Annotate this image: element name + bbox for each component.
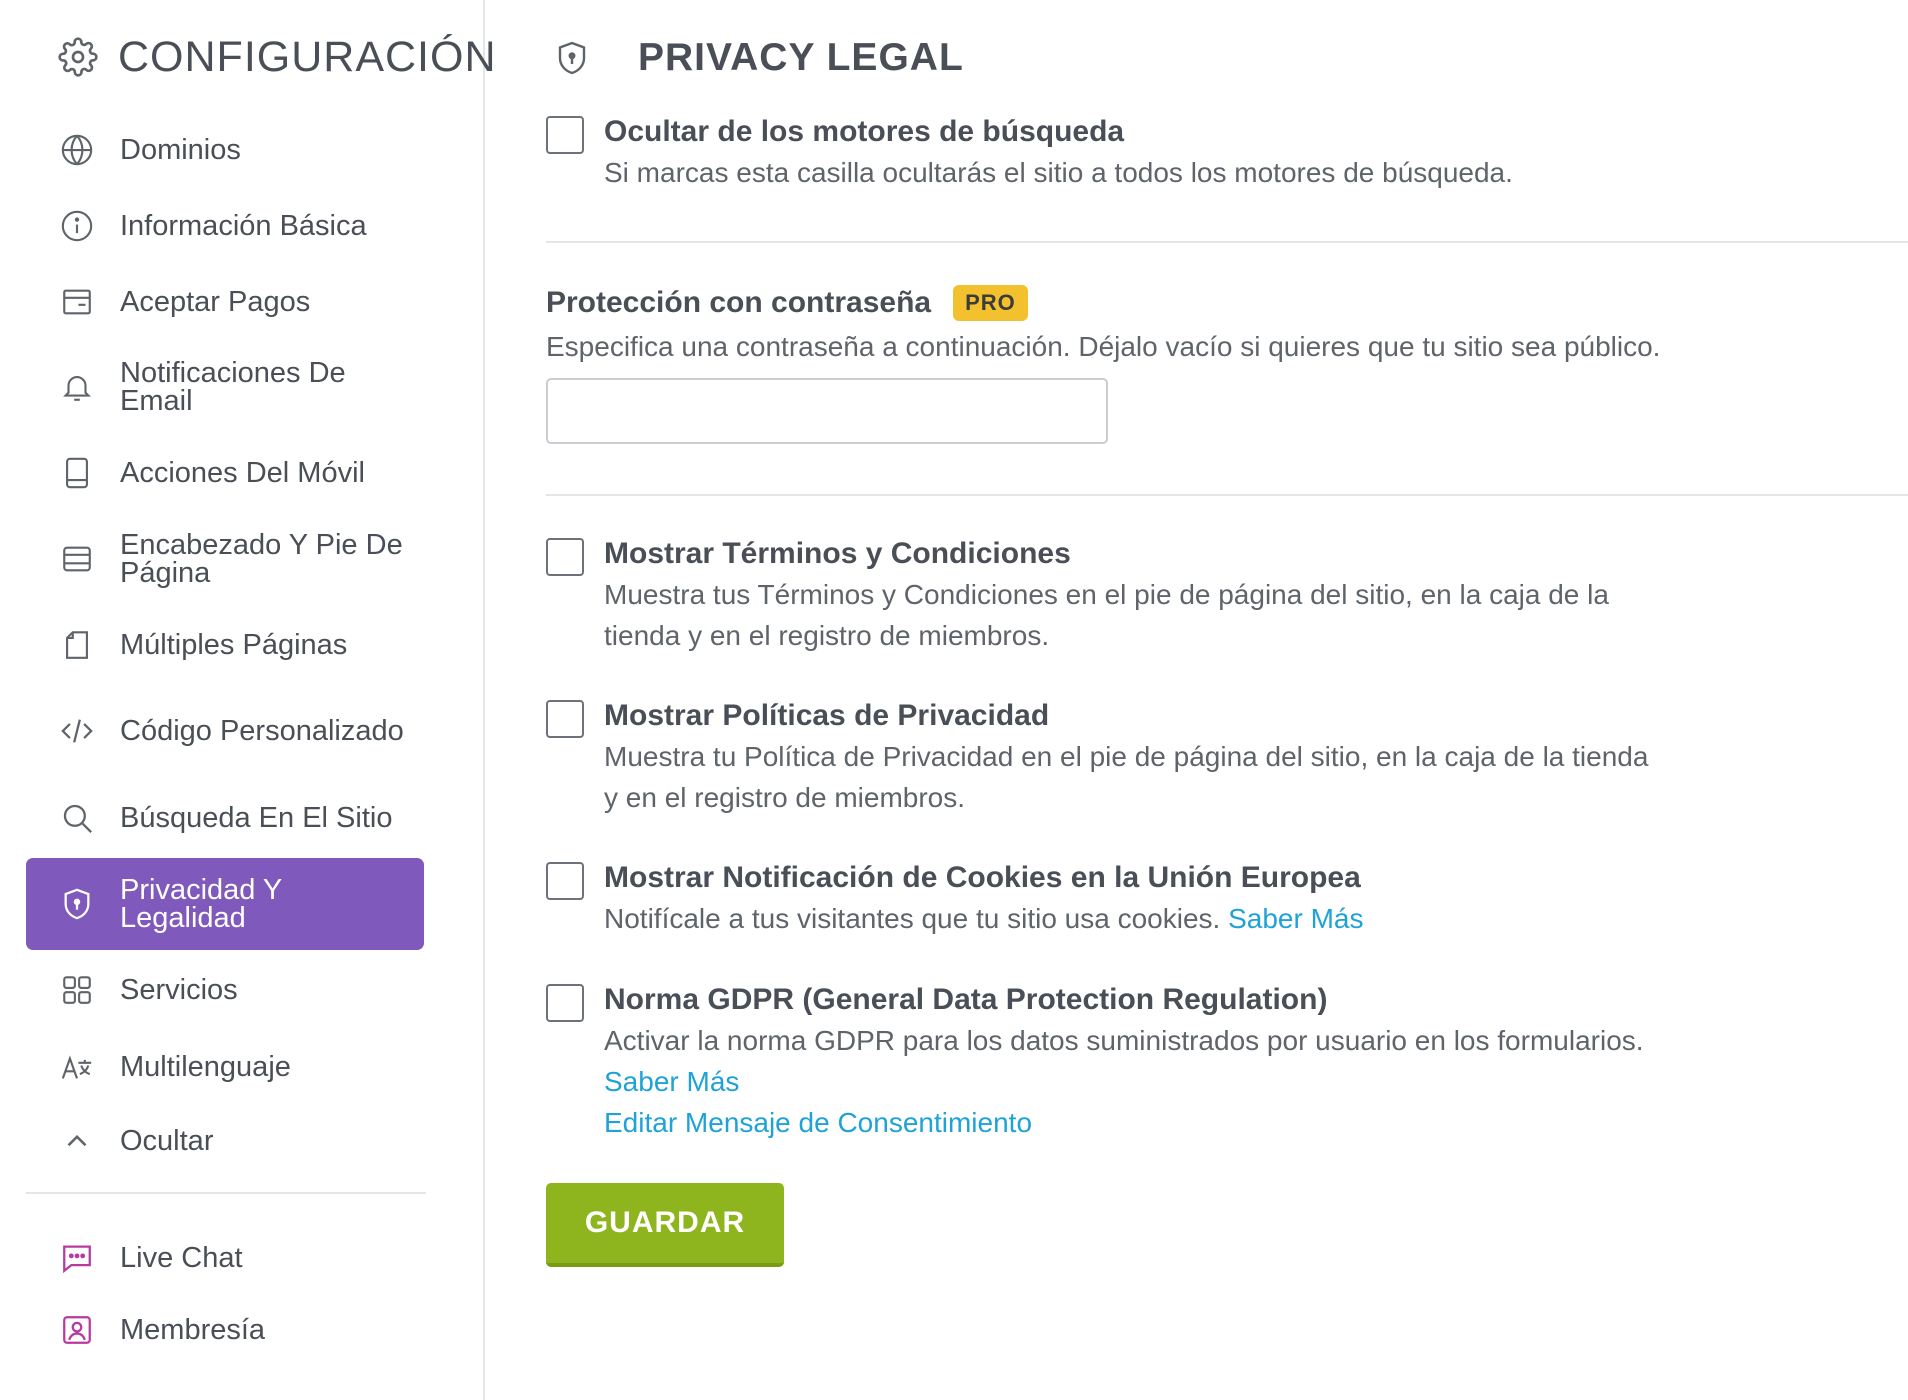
- sidebar-item-live-chat[interactable]: Live Chat: [26, 1222, 424, 1294]
- sidebar-item-label: Live Chat: [120, 1242, 243, 1274]
- sidebar-item-label: Búsqueda En El Sitio: [120, 802, 393, 834]
- settings-sidebar: CONFIGURACIÓN Dominios Información Básic…: [0, 0, 496, 1400]
- code-icon: [60, 714, 94, 748]
- sidebar-item-label: Ocultar: [120, 1125, 214, 1157]
- sidebar-item-label: Aceptar Pagos: [120, 286, 311, 318]
- sidebar-item-label: Notificaciones De Email: [120, 357, 346, 417]
- pro-badge: PRO: [953, 285, 1028, 321]
- option-title: Mostrar Notificación de Cookies en la Un…: [604, 861, 1361, 894]
- member-icon: [60, 1313, 94, 1347]
- mobile-icon: [60, 456, 94, 490]
- terms-checkbox[interactable]: [546, 538, 584, 576]
- edit-consent-message-link[interactable]: Editar Mensaje de Consentimiento: [604, 1107, 1032, 1138]
- option-description-text: Notifícale a tus visitantes que tu sitio…: [604, 903, 1221, 934]
- sidebar-item-label: Acciones Del Móvil: [120, 457, 365, 489]
- option-description: Notifícale a tus visitantes que tu sitio…: [604, 898, 1364, 939]
- sidebar-item-privacidad-legalidad[interactable]: Privacidad Y Legalidad: [26, 858, 424, 950]
- option-body: Mostrar Notificación de Cookies en la Un…: [604, 858, 1364, 939]
- sidebar-item-codigo-personalizado[interactable]: Código Personalizado: [26, 684, 424, 778]
- password-description: Especifica una contraseña a continuación…: [546, 331, 1661, 362]
- bell-icon: [60, 370, 94, 404]
- option-description-line: tienda y en el registro de miembros.: [604, 620, 1050, 651]
- option-body: Ocultar de los motores de búsqueda Si ma…: [604, 112, 1513, 193]
- gdpr-links: Saber Más Editar Mensaje de Consentimien…: [604, 1061, 1644, 1143]
- option-description: Muestra tu Política de Privacidad en el …: [604, 736, 1648, 818]
- sidebar-item-membresia[interactable]: Membresía: [26, 1294, 424, 1366]
- option-cookies: Mostrar Notificación de Cookies en la Un…: [546, 858, 1364, 939]
- option-description-line: y en el registro de miembros.: [604, 782, 966, 813]
- sidebar-item-notificaciones-email[interactable]: Notificaciones De Email: [26, 340, 424, 434]
- cookies-checkbox[interactable]: [546, 862, 584, 900]
- search-icon: [60, 801, 94, 835]
- option-privacy-policy: Mostrar Políticas de Privacidad Muestra …: [546, 696, 1648, 818]
- sidebar-item-busqueda-sitio[interactable]: Búsqueda En El Sitio: [26, 778, 424, 858]
- option-title: Norma GDPR (General Data Protection Regu…: [604, 983, 1328, 1016]
- password-input[interactable]: [546, 378, 1108, 444]
- option-title: Ocultar de los motores de búsqueda: [604, 115, 1125, 148]
- shield-icon: [554, 40, 590, 76]
- password-title: Protección con contraseña: [546, 286, 932, 319]
- sidebar-extra-nav: Live Chat Membresía: [26, 1222, 424, 1366]
- sidebar-divider: [26, 1192, 426, 1194]
- sidebar-item-label: Múltiples Páginas: [120, 629, 348, 661]
- sidebar-item-label: Membresía: [120, 1314, 266, 1346]
- privacy-legal-panel: PRIVACY LEGAL Ocultar de los motores de …: [546, 0, 1908, 1400]
- sidebar-item-label: Información Básica: [120, 210, 367, 242]
- section-divider: [546, 241, 1908, 243]
- gear-icon: [58, 37, 98, 77]
- hide-search-checkbox[interactable]: [546, 116, 584, 154]
- page-header: PRIVACY LEGAL: [546, 34, 964, 82]
- option-gdpr: Norma GDPR (General Data Protection Regu…: [546, 980, 1644, 1143]
- header-footer-icon: [60, 542, 94, 576]
- grid-icon: [60, 973, 94, 1007]
- sidebar-item-aceptar-pagos[interactable]: Aceptar Pagos: [26, 264, 424, 340]
- option-terms: Mostrar Términos y Condiciones Muestra t…: [546, 534, 1609, 656]
- option-body: Norma GDPR (General Data Protection Regu…: [604, 980, 1644, 1143]
- page-title: PRIVACY LEGAL: [638, 36, 964, 79]
- sidebar-item-servicios[interactable]: Servicios: [26, 950, 424, 1030]
- privacy-policy-checkbox[interactable]: [546, 700, 584, 738]
- chat-icon: [60, 1241, 94, 1275]
- option-hide-search: Ocultar de los motores de búsqueda Si ma…: [546, 112, 1513, 193]
- sidebar-item-label: Servicios: [120, 974, 238, 1006]
- sidebar-item-multilenguaje[interactable]: Multilenguaje: [26, 1030, 424, 1104]
- sidebar-title: CONFIGURACIÓN: [118, 32, 497, 81]
- cookies-learn-more-link[interactable]: Saber Más: [1228, 903, 1363, 934]
- option-description: Si marcas esta casilla ocultarás el siti…: [604, 157, 1513, 188]
- sidebar-item-acciones-movil[interactable]: Acciones Del Móvil: [26, 434, 424, 512]
- pages-icon: [60, 628, 94, 662]
- wallet-icon: [60, 285, 94, 319]
- sidebar-header: CONFIGURACIÓN: [58, 30, 497, 84]
- sidebar-item-label: Privacidad Y Legalidad: [120, 874, 282, 934]
- gdpr-learn-more-link[interactable]: Saber Más: [604, 1066, 739, 1097]
- sidebar-item-encabezado-pie[interactable]: Encabezado Y Pie De Página: [26, 512, 424, 606]
- option-description-line: Muestra tus Términos y Condiciones en el…: [604, 579, 1609, 610]
- sidebar-item-ocultar[interactable]: Ocultar: [26, 1104, 424, 1178]
- password-title-row: Protección con contraseña PRO: [546, 282, 1660, 324]
- shield-icon: [60, 887, 94, 921]
- option-body: Mostrar Términos y Condiciones Muestra t…: [604, 534, 1609, 656]
- section-divider: [546, 494, 1908, 496]
- save-button[interactable]: GUARDAR: [546, 1183, 784, 1267]
- chevron-up-icon: [60, 1124, 94, 1158]
- sidebar-nav: Dominios Información Básica Aceptar Pago…: [26, 112, 424, 1178]
- sidebar-item-label: Dominios: [120, 134, 241, 166]
- password-protection-section: Protección con contraseña PRO Especifica…: [546, 282, 1660, 444]
- option-description: Activar la norma GDPR para los datos sum…: [604, 1025, 1644, 1056]
- option-description-line: Muestra tu Política de Privacidad en el …: [604, 741, 1649, 772]
- sidebar-item-label: Multilenguaje: [120, 1051, 291, 1083]
- sidebar-item-label: Encabezado Y Pie De Página: [120, 529, 403, 589]
- sidebar-item-label: Código Personalizado: [120, 715, 404, 747]
- language-icon: [60, 1050, 94, 1084]
- sidebar-item-multiples-paginas[interactable]: Múltiples Páginas: [26, 606, 424, 684]
- globe-icon: [60, 133, 94, 167]
- option-title: Mostrar Políticas de Privacidad: [604, 699, 1050, 732]
- option-body: Mostrar Políticas de Privacidad Muestra …: [604, 696, 1648, 818]
- gdpr-checkbox[interactable]: [546, 984, 584, 1022]
- option-title: Mostrar Términos y Condiciones: [604, 537, 1071, 570]
- sidebar-item-dominios[interactable]: Dominios: [26, 112, 424, 188]
- info-icon: [60, 209, 94, 243]
- sidebar-item-informacion-basica[interactable]: Información Básica: [26, 188, 424, 264]
- option-description: Muestra tus Términos y Condiciones en el…: [604, 574, 1609, 656]
